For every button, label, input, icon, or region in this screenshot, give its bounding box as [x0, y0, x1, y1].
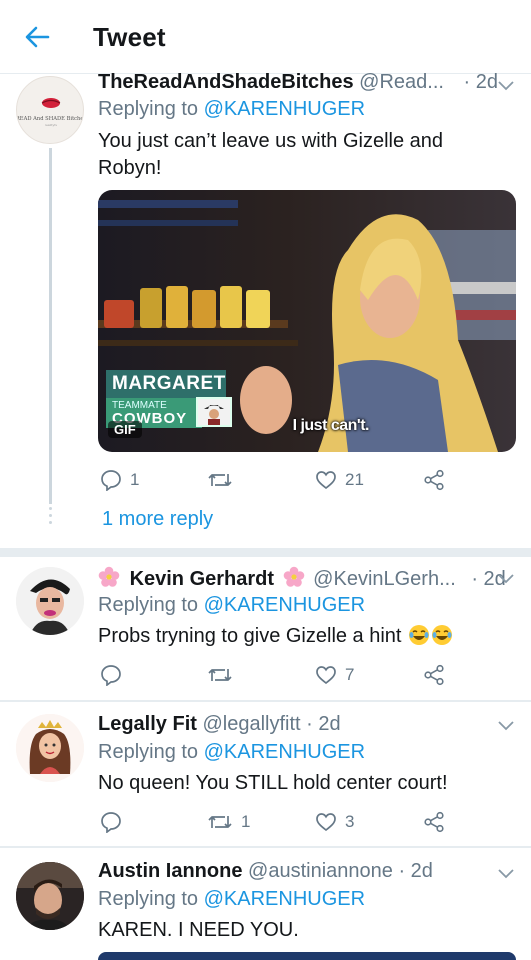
heart-icon	[316, 813, 336, 832]
retweet-button[interactable]: 1	[207, 809, 250, 835]
replying-to: Replying to @KARENHUGER	[98, 98, 365, 121]
replying-to: Replying to @KARENHUGER	[98, 888, 365, 911]
retweet-button[interactable]	[207, 467, 241, 493]
tweet-text-content: Probs tryning to give Gizelle a hint	[98, 625, 402, 647]
tweet-header: TheReadAndShadeBitches @Read... · 2d	[98, 71, 498, 94]
cherry-blossom-emoji	[283, 566, 304, 587]
replying-label: Replying to	[98, 888, 199, 910]
lower-third-thumbnail	[196, 397, 232, 427]
display-name[interactable]: Kevin Gerhardt	[130, 568, 274, 590]
reply-button[interactable]: 1	[100, 467, 139, 493]
replying-to: Replying to @KARENHUGER	[98, 594, 365, 617]
like-button[interactable]: 21	[315, 467, 364, 493]
user-portrait-image	[16, 714, 84, 782]
mention-link[interactable]: @KARENHUGER	[204, 741, 365, 763]
replying-label: Replying to	[98, 594, 199, 616]
retweet-button[interactable]	[207, 662, 241, 688]
avatar[interactable]: READ And SHADE Bitches realitytv	[16, 76, 84, 144]
retweet-arrows-icon	[208, 816, 232, 828]
user-handle: @legallyfitt	[202, 713, 301, 735]
lips-logo-icon: READ And SHADE Bitches realitytv	[17, 98, 84, 127]
share-button[interactable]	[423, 662, 445, 688]
mention-link[interactable]: @KARENHUGER	[204, 888, 365, 910]
like-count: 21	[345, 470, 364, 489]
lower-third-name: MARGARET	[106, 370, 226, 398]
user-portrait-image	[16, 862, 84, 930]
timestamp: · 2d	[463, 71, 498, 93]
chevron-down-icon[interactable]	[497, 573, 515, 585]
retweet-count: 1	[241, 812, 251, 831]
replying-to: Replying to @KARENHUGER	[98, 741, 365, 764]
replying-label: Replying to	[98, 741, 199, 763]
reply-button[interactable]	[100, 809, 130, 835]
user-handle: @Read...	[359, 71, 444, 93]
avatar[interactable]	[16, 714, 84, 782]
avatar[interactable]	[16, 567, 84, 635]
speech-bubble-icon	[101, 665, 121, 686]
display-name[interactable]: Austin Iannone	[98, 860, 242, 882]
tweet-actions: 1 21	[100, 467, 500, 493]
like-count: 7	[345, 665, 355, 684]
like-button[interactable]: 3	[315, 809, 354, 835]
tweet-actions: 7	[100, 662, 500, 688]
tweet-header: Kevin Gerhardt @KevinLGerh... · 2d	[98, 566, 506, 591]
reply-button[interactable]	[100, 662, 130, 688]
speech-bubble-icon	[101, 470, 121, 491]
gif-badge: GIF	[108, 421, 142, 438]
section-divider	[0, 548, 531, 557]
tweet-text: No queen! You STILL hold center court!	[98, 772, 448, 794]
heart-icon	[316, 471, 336, 490]
cherry-blossom-emoji	[98, 566, 120, 587]
gif-caption: I just can't.	[292, 417, 370, 434]
display-name[interactable]: TheReadAndShadeBitches	[98, 71, 354, 93]
reply-count: 1	[130, 470, 140, 489]
tweet-4[interactable]: Austin Iannone @austiniannone · 2d Reply…	[0, 848, 531, 960]
more-replies-link[interactable]: 1 more reply	[102, 508, 213, 531]
tweet-header: Legally Fit @legallyfitt · 2d	[98, 713, 341, 736]
heart-icon	[316, 666, 336, 685]
tweet-1[interactable]: READ And SHADE Bitches realitytv TheRead…	[0, 0, 531, 548]
timestamp: · 2d	[306, 713, 341, 735]
share-button[interactable]	[423, 467, 445, 493]
like-button[interactable]: 7	[315, 662, 354, 688]
tweet-2[interactable]: Kevin Gerhardt @KevinLGerh... · 2d Reply…	[0, 557, 531, 700]
tweet-3[interactable]: Legally Fit @legallyfitt · 2d Replying t…	[0, 702, 531, 846]
timestamp: · 2d	[398, 860, 433, 882]
mention-link[interactable]: @KARENHUGER	[204, 98, 365, 120]
chevron-down-icon[interactable]	[497, 720, 515, 732]
tweet-text: Probs tryning to give Gizelle a hint	[98, 623, 508, 650]
svg-text:realitytv: realitytv	[45, 123, 58, 127]
thread-connector	[49, 148, 52, 504]
retweet-arrows-icon	[208, 474, 232, 486]
tweet-actions: 1 3	[100, 809, 500, 835]
like-count: 3	[345, 812, 355, 831]
retweet-arrows-icon	[208, 669, 232, 681]
thread-dots	[48, 507, 53, 528]
tweet-text: KAREN. I NEED YOU.	[98, 919, 299, 941]
share-nodes-icon	[424, 469, 444, 491]
user-handle: @austiniannone	[248, 860, 393, 882]
replying-label: Replying to	[98, 98, 199, 120]
user-portrait-image	[16, 567, 84, 635]
tweet-text: You just can’t leave us with Gizelle and…	[98, 130, 444, 179]
avatar[interactable]	[16, 862, 84, 930]
tears-of-joy-emoji	[432, 625, 453, 645]
share-nodes-icon	[424, 664, 444, 686]
mention-link[interactable]: @KARENHUGER	[204, 594, 365, 616]
tears-of-joy-emoji	[409, 625, 430, 645]
share-nodes-icon	[424, 811, 444, 833]
display-name[interactable]: Legally Fit	[98, 713, 197, 735]
lower-third-graphic: MARGARET TEAMMATE COWBOY	[106, 370, 232, 428]
chevron-down-icon[interactable]	[497, 80, 515, 92]
chevron-down-icon[interactable]	[497, 868, 515, 880]
share-button[interactable]	[423, 809, 445, 835]
cowboy-portrait-icon	[204, 405, 224, 425]
media-preview-edge[interactable]	[98, 952, 516, 960]
svg-text:READ And SHADE Bitches: READ And SHADE Bitches	[17, 116, 84, 122]
tweet-header: Austin Iannone @austiniannone · 2d	[98, 860, 433, 883]
user-handle: @KevinLGerh...	[313, 568, 456, 590]
speech-bubble-icon	[101, 812, 121, 833]
gif-media[interactable]: MARGARET TEAMMATE COWBOY GIF I just can'…	[98, 190, 516, 452]
